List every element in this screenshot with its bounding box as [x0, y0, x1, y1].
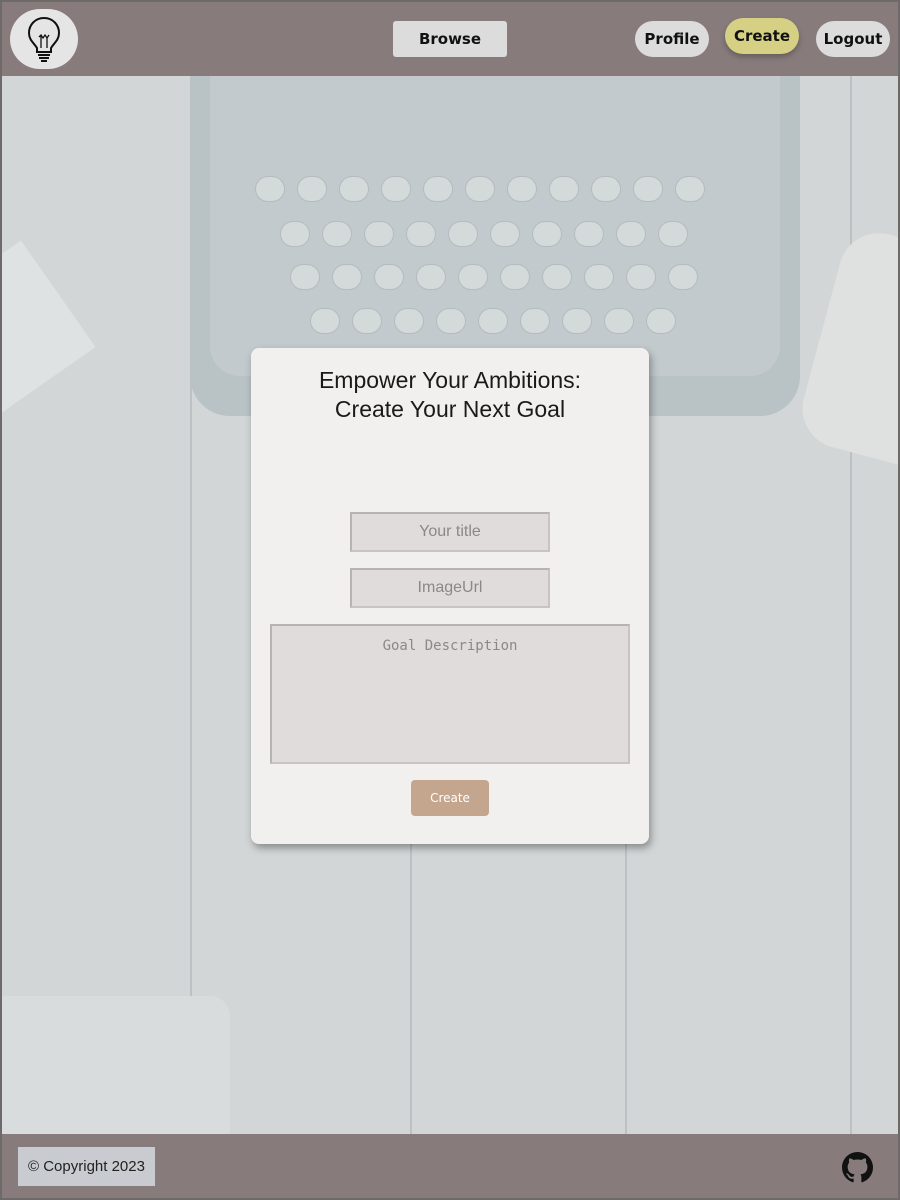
typewriter-key	[255, 176, 285, 202]
typewriter-key	[490, 221, 520, 247]
background-paper	[793, 224, 900, 468]
footer: © Copyright 2023	[0, 1134, 900, 1200]
typewriter-key	[562, 308, 592, 334]
typewriter-key	[394, 308, 424, 334]
typewriter-key	[406, 221, 436, 247]
typewriter-key	[416, 264, 446, 290]
typewriter-key	[616, 221, 646, 247]
typewriter-body	[210, 76, 780, 376]
typewriter-key	[364, 221, 394, 247]
typewriter-key	[478, 308, 508, 334]
typewriter-key	[668, 264, 698, 290]
typewriter-key	[322, 221, 352, 247]
typewriter-key	[532, 221, 562, 247]
typewriter-key	[465, 176, 495, 202]
typewriter-key	[658, 221, 688, 247]
nav-browse-button[interactable]: Browse	[393, 21, 507, 57]
typewriter-key	[584, 264, 614, 290]
typewriter-key	[290, 264, 320, 290]
typewriter-key	[339, 176, 369, 202]
top-navbar: Browse Profile Create Logout	[0, 0, 900, 76]
typewriter-key	[604, 308, 634, 334]
typewriter-key	[675, 176, 705, 202]
typewriter-key	[280, 221, 310, 247]
nav-logout-button[interactable]: Logout	[816, 21, 890, 57]
nav-profile-button[interactable]: Profile	[635, 21, 709, 57]
typewriter-key	[500, 264, 530, 290]
typewriter-key	[374, 264, 404, 290]
github-icon[interactable]	[842, 1152, 873, 1183]
create-goal-card: Empower Your Ambitions: Create Your Next…	[251, 348, 649, 844]
goal-title-input[interactable]	[350, 512, 550, 552]
image-url-input[interactable]	[350, 568, 550, 608]
lightbulb-icon	[27, 16, 61, 62]
typewriter-key	[520, 308, 550, 334]
typewriter-key	[574, 221, 604, 247]
typewriter-key	[633, 176, 663, 202]
typewriter-key	[549, 176, 579, 202]
typewriter-key	[381, 176, 411, 202]
copyright-text: © Copyright 2023	[18, 1147, 155, 1186]
typewriter-key	[436, 308, 466, 334]
typewriter-key	[458, 264, 488, 290]
typewriter-key	[423, 176, 453, 202]
goal-description-textarea[interactable]	[270, 624, 630, 764]
typewriter-key	[310, 308, 340, 334]
typewriter-key	[646, 308, 676, 334]
background-paper	[0, 240, 96, 422]
typewriter-key	[591, 176, 621, 202]
background-paper	[0, 996, 230, 1134]
wood-plank-line	[850, 76, 852, 1134]
typewriter-key	[332, 264, 362, 290]
typewriter-key	[507, 176, 537, 202]
typewriter-key	[297, 176, 327, 202]
typewriter-key	[448, 221, 478, 247]
nav-create-button[interactable]: Create	[725, 18, 799, 54]
typewriter-key	[352, 308, 382, 334]
create-goal-button[interactable]: Create	[411, 780, 489, 816]
typewriter-key	[626, 264, 656, 290]
home-logo[interactable]	[10, 9, 78, 69]
form-title: Empower Your Ambitions: Create Your Next…	[318, 367, 582, 422]
typewriter-key	[542, 264, 572, 290]
